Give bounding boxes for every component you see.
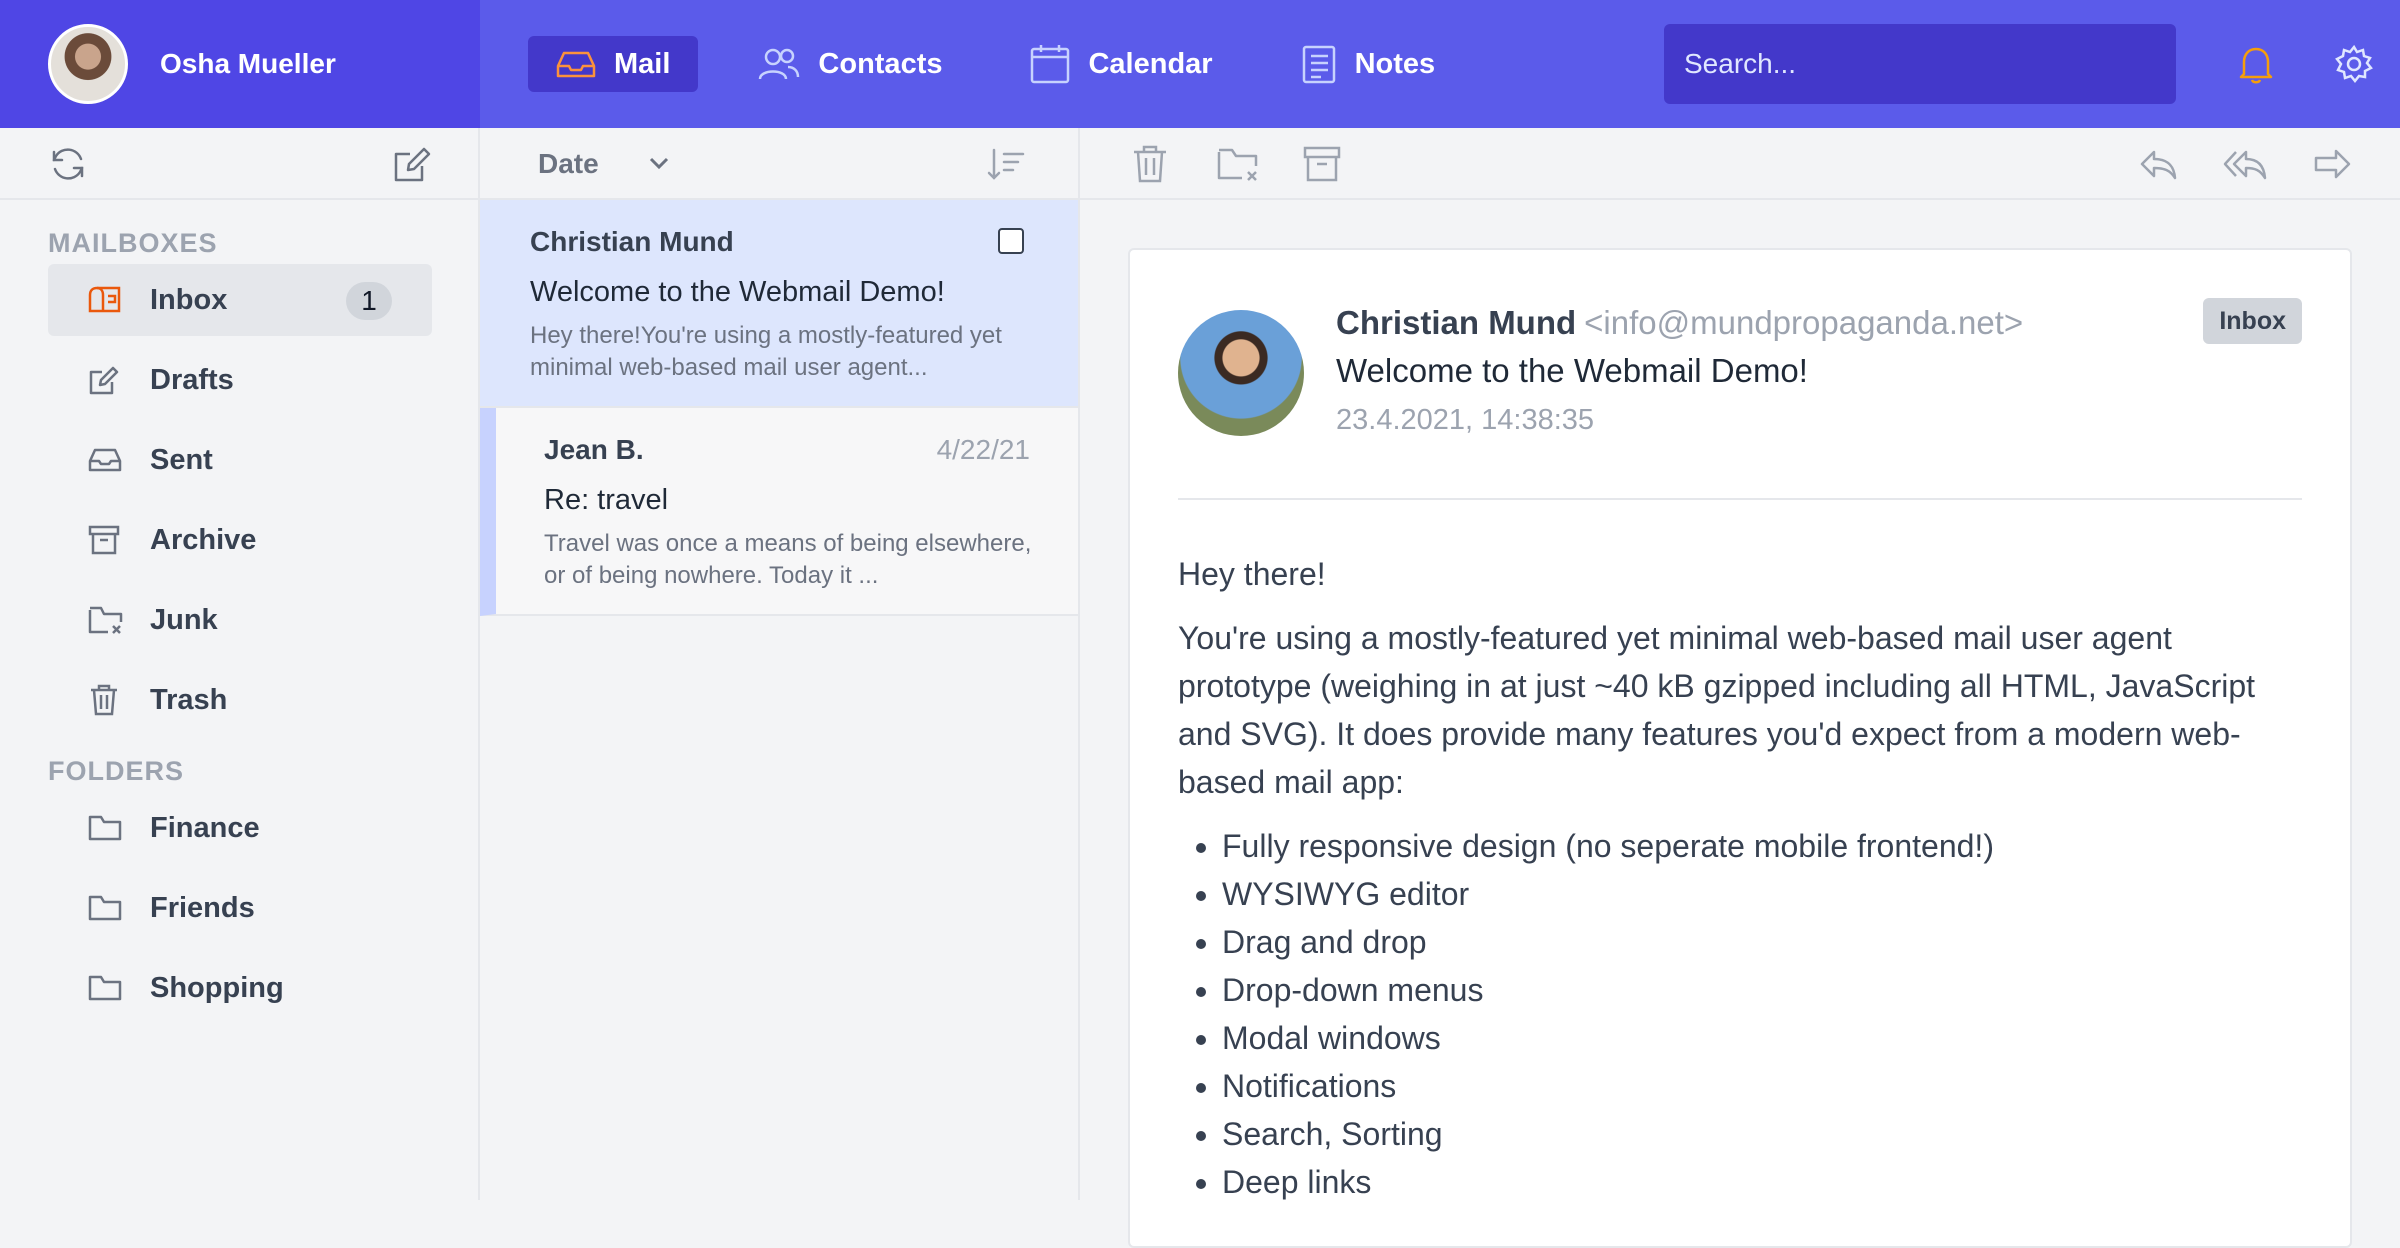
tab-label: Notes bbox=[1354, 47, 1436, 80]
reading-pane: Christian Mund <info@mundpropaganda.net> … bbox=[1080, 200, 2400, 1248]
tab-label: Mail bbox=[614, 47, 671, 80]
list-item: Drop-down menus bbox=[1222, 966, 2308, 1014]
sent-tray-icon bbox=[88, 447, 128, 473]
sidebar-item-drafts[interactable]: Drafts bbox=[48, 344, 432, 416]
sidebar-item-archive[interactable]: Archive bbox=[48, 504, 432, 576]
message-subject: Welcome to the Webmail Demo! bbox=[530, 276, 945, 308]
message-list: Christian Mund Welcome to the Webmail De… bbox=[480, 200, 1080, 1200]
inbox-tray-icon bbox=[88, 285, 128, 315]
message-timestamp: 23.4.2021, 14:38:35 bbox=[1336, 404, 1595, 436]
feature-list: Fully responsive design (no seperate mob… bbox=[1178, 822, 2308, 1206]
folder-icon bbox=[88, 814, 128, 842]
list-item: Search, Sorting bbox=[1222, 1110, 2308, 1158]
top-bar: Osha Mueller Mail Contacts Calendar Note… bbox=[0, 0, 2400, 128]
list-item: Drag and drop bbox=[1222, 918, 2308, 966]
archive-icon bbox=[88, 524, 128, 556]
message-subject: Re: travel bbox=[544, 484, 669, 516]
sidebar-item-friends[interactable]: Friends bbox=[48, 872, 432, 944]
tab-calendar[interactable]: Calendar bbox=[1002, 36, 1240, 92]
message-preview: Travel was once a means of being elsewhe… bbox=[544, 530, 1032, 589]
unread-count-badge: 1 bbox=[346, 282, 392, 320]
notes-icon bbox=[1301, 44, 1337, 84]
move-to-junk-icon[interactable] bbox=[1216, 144, 1260, 184]
tab-mail[interactable]: Mail bbox=[528, 36, 699, 92]
refresh-icon[interactable] bbox=[48, 144, 88, 184]
list-item: Notifications bbox=[1222, 1062, 2308, 1110]
message-sender: Christian Mund bbox=[530, 226, 734, 257]
list-item: Modal windows bbox=[1222, 1014, 2308, 1062]
mailboxes-heading: MAILBOXES bbox=[48, 228, 218, 258]
sidebar-item-trash[interactable]: Trash bbox=[48, 664, 432, 736]
reply-all-icon[interactable] bbox=[2222, 144, 2268, 184]
calendar-icon bbox=[1030, 44, 1070, 84]
archive-icon[interactable] bbox=[1302, 144, 1342, 184]
sender-line: Christian Mund <info@mundpropaganda.net> bbox=[1336, 304, 2023, 342]
message-preview: Hey there!You're using a mostly-featured… bbox=[530, 322, 1002, 381]
compose-icon[interactable] bbox=[392, 144, 432, 184]
sidebar-item-finance[interactable]: Finance bbox=[48, 792, 432, 864]
list-item: WYSIWYG editor bbox=[1222, 870, 2308, 918]
tab-label: Contacts bbox=[818, 47, 943, 80]
list-item: Fully responsive design (no seperate mob… bbox=[1222, 822, 2308, 870]
list-item[interactable]: Jean B. 4/22/21 Re: travel Travel was on… bbox=[480, 408, 1078, 616]
folder-icon bbox=[88, 974, 128, 1002]
list-item[interactable]: Christian Mund Welcome to the Webmail De… bbox=[480, 200, 1078, 408]
body-greeting: Hey there! bbox=[1178, 556, 1326, 592]
sort-select[interactable]: Date bbox=[538, 148, 599, 180]
sidebar: MAILBOXES Inbox 1 Drafts Sent Archive Ju… bbox=[0, 200, 480, 1200]
sidebar-item-shopping[interactable]: Shopping bbox=[48, 952, 432, 1024]
bell-icon[interactable] bbox=[2238, 44, 2274, 84]
sidebar-item-junk[interactable]: Junk bbox=[48, 584, 432, 656]
users-icon bbox=[758, 47, 800, 81]
list-item: Deep links bbox=[1222, 1158, 2308, 1206]
reply-icon[interactable] bbox=[2138, 144, 2178, 184]
sender-name[interactable]: Christian Mund bbox=[1336, 304, 1576, 341]
user-area: Osha Mueller bbox=[0, 0, 480, 128]
message-body: Hey there! You're using a mostly-feature… bbox=[1178, 550, 2308, 1206]
message-card: Christian Mund <info@mundpropaganda.net> … bbox=[1128, 248, 2352, 1248]
folder-icon bbox=[88, 894, 128, 922]
trash-icon[interactable] bbox=[1130, 144, 1170, 184]
message-sender: Jean B. bbox=[544, 434, 644, 465]
tab-contacts[interactable]: Contacts bbox=[730, 36, 970, 92]
folders-heading: FOLDERS bbox=[48, 756, 185, 786]
mailbox-tag[interactable]: Inbox bbox=[2203, 298, 2302, 344]
reader-toolbar bbox=[1080, 128, 2400, 200]
forward-icon[interactable] bbox=[2312, 144, 2352, 184]
body-intro: You're using a mostly-featured yet minim… bbox=[1178, 620, 2256, 800]
search-input[interactable] bbox=[1664, 24, 2176, 104]
message-subject-heading: Welcome to the Webmail Demo! bbox=[1336, 352, 1808, 389]
edit-icon bbox=[88, 364, 128, 396]
sidebar-toolbar bbox=[0, 128, 480, 200]
main-nav: Mail Contacts Calendar Notes bbox=[480, 0, 2400, 128]
header-divider bbox=[1178, 498, 2302, 500]
sender-email[interactable]: <info@mundpropaganda.net> bbox=[1584, 304, 2023, 341]
select-checkbox[interactable] bbox=[998, 228, 1024, 254]
junk-folder-icon bbox=[88, 604, 128, 636]
sidebar-item-sent[interactable]: Sent bbox=[48, 424, 432, 496]
sidebar-item-inbox[interactable]: Inbox 1 bbox=[48, 264, 432, 336]
user-name[interactable]: Osha Mueller bbox=[160, 48, 336, 80]
list-toolbar: Date bbox=[480, 128, 1080, 200]
user-avatar[interactable] bbox=[48, 24, 128, 104]
trash-icon bbox=[88, 683, 128, 717]
inbox-icon bbox=[556, 49, 596, 79]
tab-label: Calendar bbox=[1088, 47, 1213, 80]
tab-notes[interactable]: Notes bbox=[1273, 36, 1464, 92]
sort-order-icon[interactable] bbox=[986, 144, 1026, 184]
gear-icon[interactable] bbox=[2334, 44, 2374, 84]
sender-avatar bbox=[1178, 310, 1304, 436]
message-date: 4/22/21 bbox=[936, 434, 1030, 465]
chevron-down-icon[interactable] bbox=[646, 150, 672, 176]
